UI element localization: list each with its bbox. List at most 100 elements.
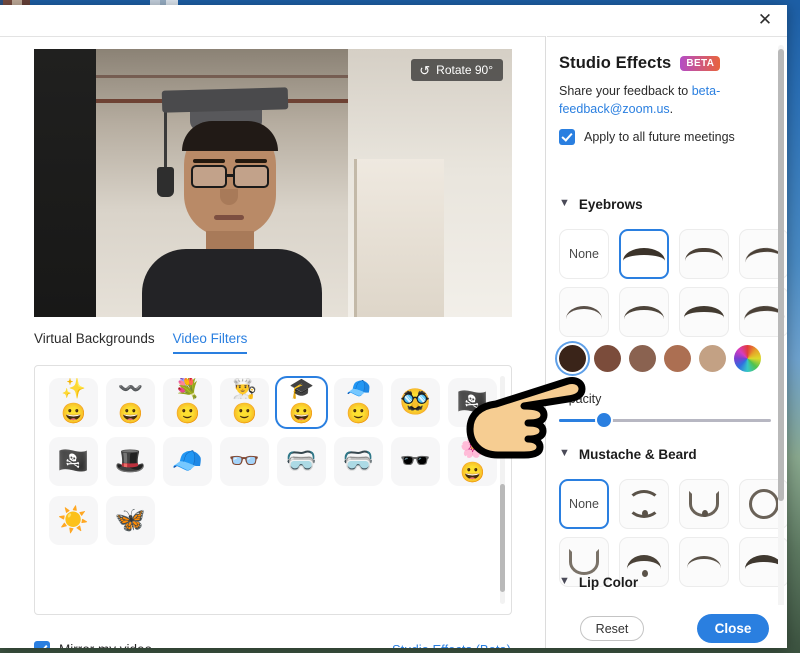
sparkle-hair-filter[interactable]: ✨😀 (49, 378, 98, 427)
close-icon[interactable]: ✕ (751, 7, 779, 33)
rotate-90-button[interactable]: ↺ Rotate 90° (411, 59, 503, 81)
eyebrow-color-row (559, 345, 761, 372)
opacity-slider[interactable] (559, 413, 771, 427)
filters-scrollbar-thumb[interactable] (500, 484, 505, 592)
mustache-beard-none-label: None (569, 497, 599, 511)
filter-thumbnail: 👓 (223, 440, 267, 484)
color-brown[interactable] (594, 345, 621, 372)
filter-glyph: 🥸 (394, 390, 438, 415)
video-preview[interactable]: ↺ Rotate 90° (34, 49, 512, 317)
butterfly-filter[interactable]: 🦋 (106, 496, 155, 545)
eyebrow-none-label: None (569, 247, 599, 261)
filter-accessory-glyph: 💐 (166, 379, 210, 399)
graduation-cap-filter[interactable]: 🎓😀 (277, 378, 326, 427)
red-beret-filter[interactable]: 🧢🙂 (334, 378, 383, 427)
section-header-eyebrows[interactable]: ▼ Eyebrows (559, 197, 643, 212)
studio-effects-header: Studio Effects BETA (559, 54, 720, 73)
eyebrow-option-6[interactable] (679, 287, 729, 337)
filter-thumbnail: ☀️ (52, 499, 96, 543)
close-button[interactable]: Close (697, 614, 769, 643)
color-dark-brown[interactable] (559, 345, 586, 372)
studio-effects-footer: Reset Close (547, 605, 787, 648)
apply-to-all-checkbox[interactable] (559, 129, 575, 145)
vr-headset-filter[interactable]: 🥽 (277, 437, 326, 486)
mustache-beard-option-2[interactable] (679, 479, 729, 529)
filter-face-glyph: 🙂 (223, 404, 267, 424)
soul-patch-icon (642, 570, 648, 577)
color-medium-brown[interactable] (629, 345, 656, 372)
filter-thumbnail: 🎩 (109, 440, 153, 484)
reset-button[interactable]: Reset (580, 616, 644, 641)
filter-thumbnail: 〰️😀 (109, 381, 153, 425)
section-header-lip-color[interactable]: ▼ Lip Color (559, 575, 638, 590)
mustache-beard-shape-icon (627, 555, 661, 569)
studio-effects-link[interactable]: Studio Effects (Beta) (392, 642, 511, 648)
flower-crown-filter[interactable]: 🌸😀 (448, 437, 497, 486)
feedback-prefix: Share your feedback to (559, 84, 692, 98)
tab-video-filters[interactable]: Video Filters (173, 331, 248, 354)
person-eyebrow-right (235, 159, 267, 163)
fedora-hat-filter[interactable]: 🎩 (106, 437, 155, 486)
filter-face-glyph: 🙂 (166, 404, 210, 424)
ski-goggles-filter[interactable]: 🥽 (334, 437, 383, 486)
filter-thumbnail: 🌸😀 (451, 440, 495, 484)
filter-glyph: 🥽 (337, 449, 381, 474)
round-sunglasses-filter[interactable]: 🕶️ (391, 437, 440, 486)
person-graduation-cap (162, 87, 289, 112)
apply-to-all-row[interactable]: Apply to all future meetings (559, 129, 735, 145)
mirror-my-video-row[interactable]: Mirror my video (34, 641, 152, 648)
eyebrow-option-5[interactable] (619, 287, 669, 337)
mustache-beard-option-none[interactable]: None (559, 479, 609, 529)
video-filters-grid: ✨😀〰️😀💐🙂👨‍🍳🙂🎓😀🧢🙂🥸🏴‍☠️🏴‍☠️🎩🧢👓🥽🥽🕶️🌸😀☀️🦋 (49, 378, 489, 545)
mustache-beard-option-6[interactable] (679, 537, 729, 587)
video-settings-pane: ↺ Rotate 90° Virtual Backgrounds Video F… (0, 36, 546, 648)
mustache-beard-option-1[interactable] (619, 479, 669, 529)
3d-glasses-filter[interactable]: 👓 (220, 437, 269, 486)
pirate-hat-filter[interactable]: 🏴‍☠️ (448, 378, 497, 427)
studio-effects-scrollbar-thumb[interactable] (778, 49, 784, 501)
eyebrow-options-grid: None (559, 229, 787, 337)
eyebrow-option-4[interactable] (559, 287, 609, 337)
mirror-my-video-checkbox[interactable] (34, 641, 50, 648)
pirate-patch-filter[interactable]: 🏴‍☠️ (49, 437, 98, 486)
color-light-brown[interactable] (664, 345, 691, 372)
soul-patch-icon (702, 510, 708, 517)
filter-thumbnail: ✨😀 (52, 381, 96, 425)
video-settings-dialog: ✕ (0, 5, 787, 648)
filter-accessory-glyph: 🧢 (337, 379, 381, 399)
studio-effects-pane: Studio Effects BETA Share your feedback … (547, 36, 787, 648)
rotate-ccw-icon: ↺ (419, 64, 430, 77)
color-tan[interactable] (699, 345, 726, 372)
apply-to-all-label: Apply to all future meetings (584, 130, 735, 144)
filter-thumbnail: 🥸 (394, 381, 438, 425)
filter-glyph: 👓 (223, 449, 267, 474)
scene-ceiling-beam-top (96, 75, 348, 78)
sun-filter[interactable]: ☀️ (49, 496, 98, 545)
webcam-scene (34, 49, 512, 317)
eyebrow-option-2[interactable] (679, 229, 729, 279)
chef-hat-filter[interactable]: 👨‍🍳🙂 (220, 378, 269, 427)
mustache-beard-options-grid: None (559, 479, 787, 587)
feedback-suffix: . (670, 102, 673, 116)
person-glasses-bridge (226, 174, 234, 177)
mustache-filter[interactable]: 🥸 (391, 378, 440, 427)
filter-face-glyph: 😀 (109, 404, 153, 424)
opacity-slider-knob[interactable] (597, 413, 611, 427)
section-header-mustache-beard[interactable]: ▼ Mustache & Beard (559, 447, 697, 462)
filter-thumbnail: 👨‍🍳🙂 (223, 381, 267, 425)
scene-hanging-cord (164, 105, 167, 171)
dialog-titlebar: ✕ (0, 5, 787, 36)
blonde-hair-filter[interactable]: 〰️😀 (106, 378, 155, 427)
hydrangea-filter[interactable]: 💐🙂 (163, 378, 212, 427)
color-picker-wheel[interactable] (734, 345, 761, 372)
filter-thumbnail: 🏴‍☠️ (451, 381, 495, 425)
chevron-down-icon: ▼ (559, 576, 570, 587)
beret-filter[interactable]: 🧢 (163, 437, 212, 486)
scene-wall-left (34, 49, 96, 317)
tab-virtual-backgrounds[interactable]: Virtual Backgrounds (34, 331, 155, 354)
eyebrow-option-1[interactable] (619, 229, 669, 279)
person-glasses-left (191, 165, 227, 188)
eyebrow-option-none[interactable]: None (559, 229, 609, 279)
filter-glyph: 🧢 (166, 449, 210, 474)
mustache-beard-shape-icon (749, 489, 779, 519)
